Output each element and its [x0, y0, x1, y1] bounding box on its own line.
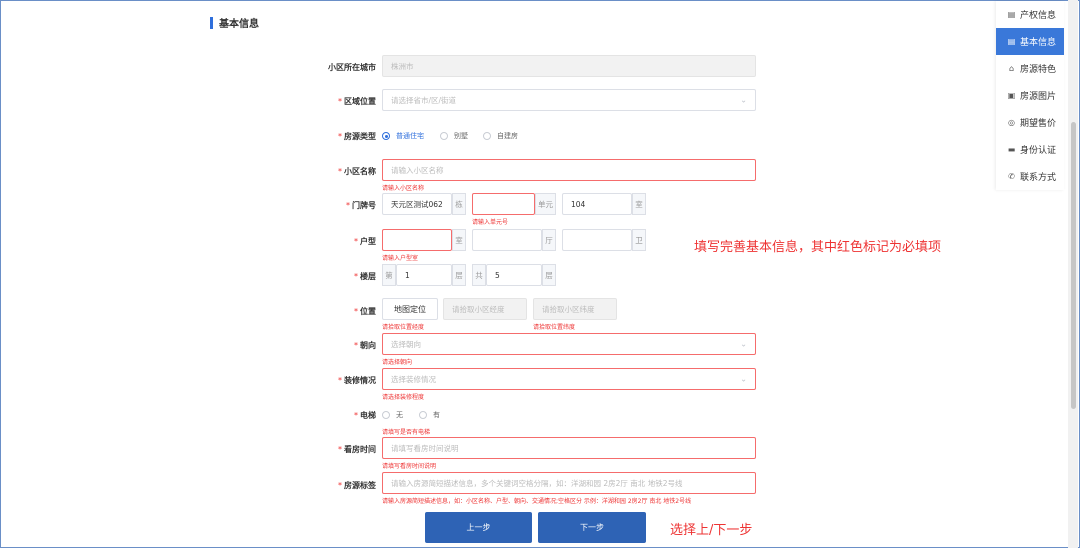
room-suffix: 室: [632, 193, 646, 215]
nav-item-images[interactable]: ▣ 房源图片: [996, 82, 1064, 109]
elevator-error: 请填写是否有电梯: [382, 429, 431, 436]
community-input[interactable]: 请输入小区名称: [382, 159, 756, 181]
floor-label: * 楼层: [354, 272, 376, 281]
home-icon: ⌂: [1008, 64, 1015, 73]
list-icon: ▤: [1007, 37, 1016, 46]
radio-dot: [483, 132, 491, 140]
unit-input[interactable]: [472, 193, 535, 215]
radio-has-elevator[interactable]: 有: [419, 410, 440, 420]
layout-bath-suffix: 卫: [632, 229, 646, 251]
layout-label: * 户型: [354, 237, 376, 246]
side-nav: ▤ 产权信息 ▤ 基本信息 ⌂ 房源特色 ▣ 房源图片 ◎ 期望售价 ▬ 身份认证 ✆ 联系方…: [996, 1, 1064, 190]
total-floor-suffix: 层: [542, 264, 556, 286]
radio-villa[interactable]: 别墅: [440, 131, 468, 141]
radio-dot: [382, 411, 390, 419]
annotation-main: 填写完善基本信息，其中红色标记为必填项: [694, 240, 942, 255]
radio-ordinary-house[interactable]: 普通住宅: [382, 131, 424, 141]
nav-item-features[interactable]: ⌂ 房源特色: [996, 55, 1064, 82]
building-suffix: 栋: [452, 193, 466, 215]
city-label: 小区所在城市: [328, 63, 376, 72]
layout-room-input[interactable]: [382, 229, 452, 251]
title-accent-bar: [210, 16, 213, 29]
decoration-select[interactable]: 选择装修情况 ⌄: [382, 368, 756, 390]
elevator-label: * 电梯: [354, 411, 376, 420]
nav-item-identity[interactable]: ▬ 身份认证: [996, 136, 1064, 163]
longitude-error: 请拾取位置经度: [382, 324, 425, 331]
viewing-error: 请填写看房时间说明: [382, 463, 437, 470]
nav-item-price[interactable]: ◎ 期望售价: [996, 109, 1064, 136]
orientation-label: * 朝向: [354, 341, 376, 350]
nav-item-contact[interactable]: ✆ 联系方式: [996, 163, 1064, 190]
latitude-error: 请拾取位置纬度: [533, 324, 576, 331]
total-floor-prefix: 共: [472, 264, 486, 286]
price-icon: ◎: [1008, 118, 1015, 127]
orientation-error: 请选择朝向: [382, 359, 413, 366]
section-title-text: 基本信息: [219, 19, 259, 30]
layout-bath-input[interactable]: [562, 229, 632, 251]
building-input[interactable]: 天元区测试062: [382, 193, 452, 215]
nav-item-ownership[interactable]: ▤ 产权信息: [996, 1, 1064, 28]
room-input[interactable]: 104: [562, 193, 632, 215]
unit-suffix: 单元: [535, 193, 556, 215]
total-floor-input[interactable]: 5: [486, 264, 542, 286]
layout-hall-input[interactable]: [472, 229, 542, 251]
viewing-time-input[interactable]: 请填写看房时间说明: [382, 437, 756, 459]
latitude-input: 请拾取小区纬度: [533, 298, 617, 320]
house-type-label: * 房源类型: [338, 132, 376, 141]
id-card-icon: ▬: [1007, 145, 1016, 154]
viewing-label: * 看房时间: [338, 445, 376, 454]
chevron-down-icon: ⌄: [740, 95, 747, 105]
tags-input[interactable]: 请输入房源简短描述信息，多个关键词空格分隔，如：洋湖和园 2房2厅 南北 地铁2…: [382, 472, 756, 494]
tags-label: * 房源标签: [338, 481, 376, 490]
tags-error: 请输入房源简短描述信息，如：小区名称、户型、朝向、交通情况;空格区分 示例：洋湖…: [382, 498, 692, 505]
floor-input[interactable]: 1: [396, 264, 452, 286]
radio-dot: [382, 132, 390, 140]
longitude-input: 请拾取小区经度: [443, 298, 527, 320]
radio-no-elevator[interactable]: 无: [382, 410, 403, 420]
position-label: * 位置: [354, 307, 376, 316]
next-step-button[interactable]: 下一步: [538, 512, 646, 543]
map-locate-button[interactable]: 地图定位: [382, 298, 438, 320]
annotation-nav: 选择上/下一步: [670, 523, 753, 538]
radio-dot: [419, 411, 427, 419]
decoration-error: 请选择装修程度: [382, 394, 425, 401]
image-icon: ▣: [1007, 91, 1016, 100]
orientation-select[interactable]: 选择朝向 ⌄: [382, 333, 756, 355]
layout-hall-suffix: 厅: [542, 229, 556, 251]
document-icon: ▤: [1007, 10, 1016, 19]
phone-icon: ✆: [1008, 172, 1015, 181]
area-select[interactable]: 请选择省市/区/街道 ⌄: [382, 89, 756, 111]
scrollbar-thumb[interactable]: [1071, 122, 1076, 409]
city-field: 株洲市: [382, 55, 756, 77]
chevron-down-icon: ⌄: [740, 339, 747, 349]
area-label: * 区域位置: [338, 97, 376, 106]
community-error: 请输入小区名称: [382, 185, 425, 192]
nav-item-basic-info[interactable]: ▤ 基本信息: [996, 28, 1064, 55]
decoration-label: * 装修情况: [338, 376, 376, 385]
radio-dot: [440, 132, 448, 140]
door-label: * 门牌号: [346, 201, 376, 210]
layout-error: 请输入户型室: [382, 255, 419, 262]
section-title: 基本信息: [210, 15, 259, 30]
layout-room-suffix: 室: [452, 229, 466, 251]
prev-step-button[interactable]: 上一步: [425, 512, 532, 543]
unit-error: 请输入单元号: [472, 219, 509, 226]
chevron-down-icon: ⌄: [740, 374, 747, 384]
radio-self-built[interactable]: 自建房: [483, 131, 518, 141]
floor-suffix: 层: [452, 264, 466, 286]
community-label: * 小区名称: [338, 167, 376, 176]
floor-prefix: 第: [382, 264, 396, 286]
